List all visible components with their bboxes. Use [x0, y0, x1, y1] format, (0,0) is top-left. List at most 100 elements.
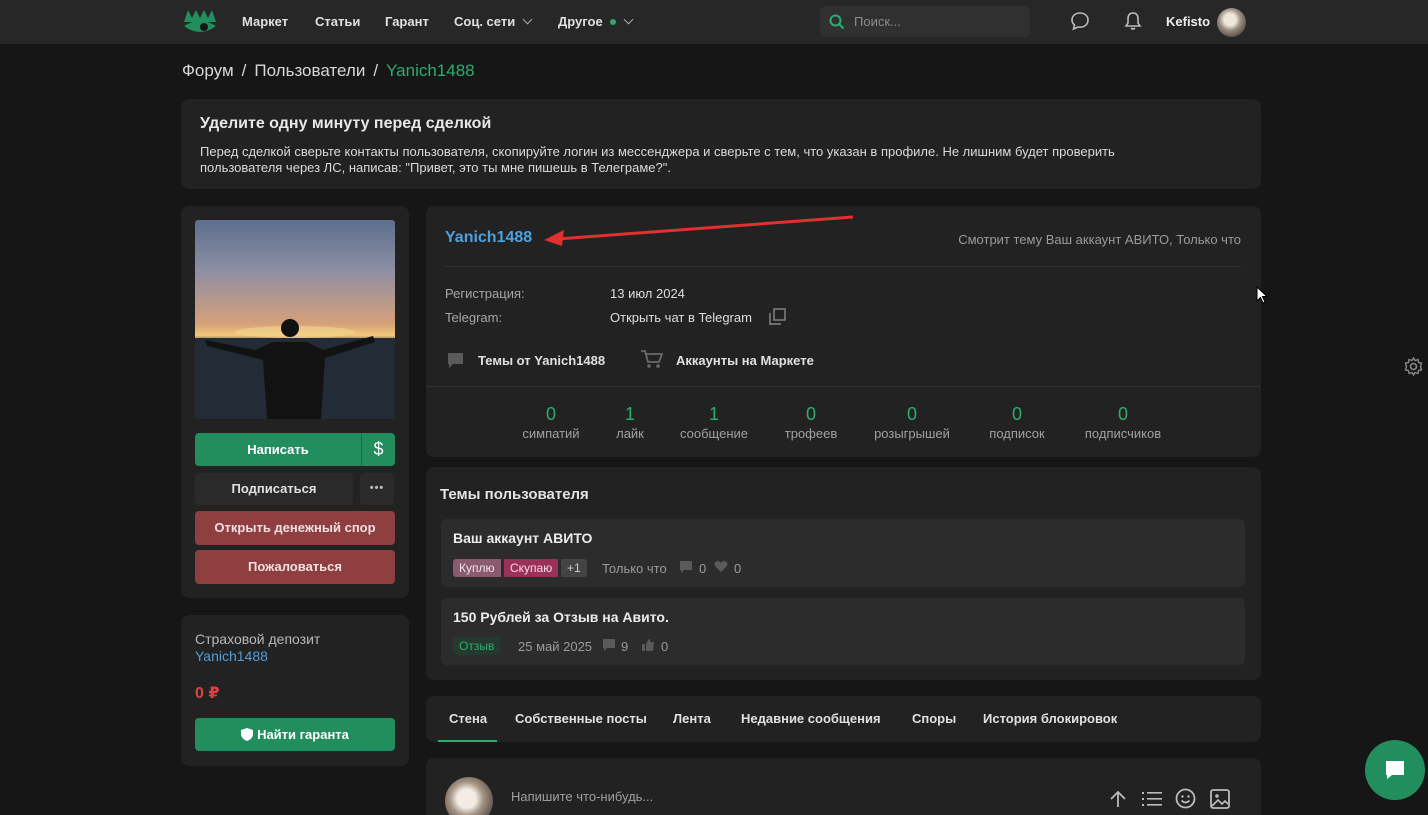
stat-label: подписчиков: [1084, 426, 1162, 441]
search-input[interactable]: [854, 6, 1024, 37]
tab-feed[interactable]: Лента: [673, 711, 711, 726]
stat-number: 0: [805, 404, 816, 424]
nav-social[interactable]: Соц. сети: [454, 0, 533, 44]
stat-followers[interactable]: 0 подписчиков: [1068, 404, 1178, 441]
thread-tag[interactable]: Скупаю: [504, 559, 559, 577]
find-guarantor-button[interactable]: Найти гаранта: [195, 718, 395, 751]
breadcrumb-separator: /: [373, 61, 379, 80]
thread-tag-more[interactable]: +1: [561, 559, 587, 577]
stat-number: 0: [906, 404, 917, 424]
profile-username[interactable]: Yanich1488: [445, 229, 532, 247]
settings-gear-icon[interactable]: [1404, 357, 1423, 376]
tab-wall[interactable]: Стена: [449, 711, 487, 726]
tab-ban-history[interactable]: История блокировок: [983, 711, 1117, 726]
top-nav: Маркет Статьи Гарант Соц. сети Другое Ke…: [0, 0, 1428, 44]
stat-number: 0: [1011, 404, 1022, 424]
write-message-button[interactable]: Написать: [195, 433, 361, 466]
more-options-button[interactable]: •••: [360, 473, 394, 505]
profile-photo[interactable]: [195, 220, 395, 419]
tab-disputes[interactable]: Споры: [912, 711, 956, 726]
notification-dot: [609, 19, 616, 25]
arrow-up-icon[interactable]: [1109, 790, 1127, 808]
user-avatar[interactable]: [1217, 8, 1246, 37]
profile-activity-status: Смотрит тему Ваш аккаунт АВИТО, Только ч…: [958, 232, 1241, 247]
thread-tag[interactable]: Отзыв: [453, 637, 501, 655]
current-username[interactable]: Kefisto: [1166, 0, 1210, 44]
thread-date: 25 май 2025: [518, 639, 593, 654]
thread-title[interactable]: Ваш аккаунт АВИТО: [453, 530, 592, 546]
thread-tag[interactable]: Куплю: [453, 559, 501, 577]
stat-messages[interactable]: 1 сообщение: [659, 404, 769, 441]
divider: [426, 386, 1261, 387]
notice-title: Уделите одну минуту перед сделкой: [200, 115, 492, 132]
chat-fab-button[interactable]: [1365, 740, 1425, 800]
logo-icon[interactable]: [182, 8, 218, 38]
thread-title[interactable]: 150 Рублей за Отзыв на Авито.: [453, 609, 669, 625]
divider: [444, 266, 1241, 267]
breadcrumb-separator: /: [241, 61, 247, 80]
thread-item[interactable]: 150 Рублей за Отзыв на Авито. Отзыв 25 м…: [441, 598, 1245, 665]
stat-number: 1: [708, 404, 719, 424]
send-money-button[interactable]: $: [361, 433, 395, 466]
user-threads-title: Темы пользователя: [440, 486, 589, 503]
deposit-username[interactable]: Yanich1488: [195, 648, 268, 664]
chat-bubble-icon: [1386, 761, 1404, 779]
tab-own-posts[interactable]: Собственные посты: [515, 711, 647, 726]
chevron-down-icon: [522, 14, 533, 25]
mouse-cursor-icon: [1256, 286, 1268, 304]
nav-social-label: Соц. сети: [454, 14, 516, 29]
tab-recent-messages[interactable]: Недавние сообщения: [741, 711, 881, 726]
list-icon[interactable]: [1142, 790, 1162, 808]
search-box[interactable]: [820, 6, 1030, 37]
image-icon[interactable]: [1210, 789, 1230, 809]
telegram-label: Telegram:: [445, 310, 503, 325]
market-accounts-link[interactable]: Аккаунты на Маркете: [676, 353, 814, 368]
notice-text: Перед сделкой сверьте контакты пользоват…: [200, 144, 1115, 175]
person-silhouette-icon: [195, 319, 395, 419]
composer-input[interactable]: Напишите что-нибудь...: [511, 789, 653, 804]
stat-label: розыгрышей: [874, 426, 950, 441]
deal-notice: Уделите одну минуту перед сделкой Перед …: [181, 99, 1261, 189]
active-tab-indicator: [438, 740, 497, 742]
copy-icon[interactable]: [769, 308, 786, 325]
open-dispute-button[interactable]: Открыть денежный спор: [195, 511, 395, 545]
breadcrumb-users[interactable]: Пользователи: [254, 61, 365, 80]
nav-market[interactable]: Маркет: [242, 0, 288, 44]
shield-icon: [241, 728, 254, 741]
search-icon: [829, 14, 845, 30]
nav-guarantor[interactable]: Гарант: [385, 0, 429, 44]
comment-icon: [680, 561, 692, 573]
user-threads-link[interactable]: Темы от Yanich1488: [478, 353, 605, 368]
thread-replies: 9: [621, 639, 629, 654]
breadcrumb-forum[interactable]: Форум: [182, 61, 234, 80]
nav-other-label: Другое: [558, 14, 603, 29]
stat-trophies[interactable]: 0 трофеев: [756, 404, 866, 441]
telegram-link[interactable]: Открыть чат в Telegram: [610, 310, 752, 325]
report-button[interactable]: Пожаловаться: [195, 550, 395, 584]
bell-icon[interactable]: [1123, 11, 1143, 31]
comment-icon: [603, 639, 615, 651]
thread-time: Только что: [602, 561, 667, 576]
deposit-amount: 0 ₽: [195, 685, 220, 702]
emoji-icon[interactable]: [1175, 788, 1196, 809]
thread-likes: 0: [734, 561, 742, 576]
cart-icon: [641, 350, 663, 368]
comment-icon: [448, 353, 463, 368]
chat-icon[interactable]: [1070, 11, 1090, 31]
nav-articles[interactable]: Статьи: [315, 0, 360, 44]
stat-label: сообщение: [679, 426, 748, 441]
stat-giveaways[interactable]: 0 розыгрышей: [857, 404, 967, 441]
breadcrumb-current[interactable]: Yanich1488: [386, 61, 475, 80]
heart-icon: [714, 561, 728, 572]
nav-other[interactable]: Другое: [558, 0, 634, 44]
breadcrumb: Форум / Пользователи / Yanich1488: [182, 61, 475, 81]
registration-value: 13 июл 2024: [610, 286, 685, 301]
stat-subscriptions[interactable]: 0 подписок: [962, 404, 1072, 441]
chevron-down-icon: [623, 14, 634, 25]
wall-composer: [426, 758, 1261, 815]
thread-replies: 0: [699, 561, 707, 576]
subscribe-button[interactable]: Подписаться: [195, 473, 353, 505]
thread-item[interactable]: Ваш аккаунт АВИТО Куплю Скупаю +1 Только…: [441, 519, 1245, 587]
find-guarantor-label: Найти гаранта: [257, 727, 349, 742]
deposit-title: Страховой депозит: [195, 631, 321, 647]
